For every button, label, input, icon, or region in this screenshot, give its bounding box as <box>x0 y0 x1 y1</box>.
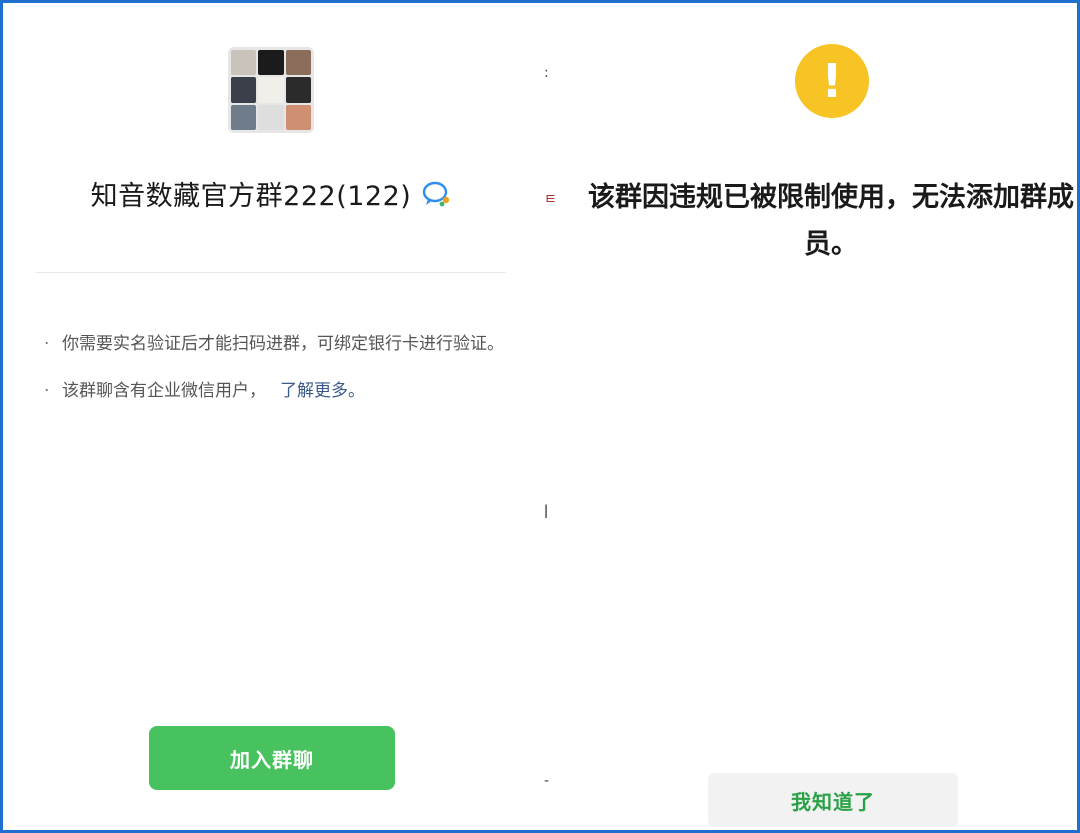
screenshot-frame: 知音数藏官方群222(122) · 你需要实名验证后才能扫码进群，可绑定银行卡进… <box>0 0 1080 833</box>
learn-more-link[interactable]: 了解更多。 <box>280 381 365 401</box>
member-avatar <box>285 104 311 130</box>
restriction-message: 该群因违规已被限制使用，无法添加群成员。 <box>588 182 1074 260</box>
join-notes: · 你需要实名验证后才能扫码进群，可绑定银行卡进行验证。 · 该群聊含有企业微信… <box>44 330 504 424</box>
edge-artifact: ǀ <box>544 503 549 519</box>
acknowledge-button[interactable]: 我知道了 <box>708 773 958 827</box>
bullet-icon: · <box>44 334 50 354</box>
warning-badge: ! <box>795 44 869 118</box>
group-invite-panel: 知音数藏官方群222(122) · 你需要实名验证后才能扫码进群，可绑定银行卡进… <box>6 6 538 833</box>
member-avatar <box>285 50 311 76</box>
exclamation-icon: ! <box>821 54 843 108</box>
group-name: 知音数藏官方群222(122) <box>90 181 412 212</box>
edge-artifact: - <box>544 773 550 789</box>
group-title-row: 知音数藏官方群222(122) <box>6 174 538 213</box>
divider <box>36 272 506 273</box>
member-avatar <box>231 50 257 76</box>
chat-bubble-icon <box>423 181 450 206</box>
member-avatar <box>231 104 257 130</box>
group-avatar <box>228 47 314 133</box>
note-text: 该群聊含有企业微信用户， <box>62 381 266 401</box>
edge-artifact: ㅌ <box>544 192 557 208</box>
member-avatar <box>285 77 311 103</box>
member-avatar <box>231 77 257 103</box>
member-avatar <box>258 50 284 76</box>
note-item: · 该群聊含有企业微信用户， 了解更多。 <box>44 377 504 406</box>
member-avatar <box>258 104 284 130</box>
note-item: · 你需要实名验证后才能扫码进群，可绑定银行卡进行验证。 <box>44 330 504 359</box>
member-avatar <box>258 77 284 103</box>
join-group-button[interactable]: 加入群聊 <box>149 726 395 790</box>
restriction-dialog: ! 该群因违规已被限制使用，无法添加群成员。 我知道了 <box>556 6 1080 833</box>
note-text: 你需要实名验证后才能扫码进群，可绑定银行卡进行验证。 <box>62 334 504 354</box>
bullet-icon: · <box>44 381 50 401</box>
edge-artifact: : <box>544 65 549 81</box>
